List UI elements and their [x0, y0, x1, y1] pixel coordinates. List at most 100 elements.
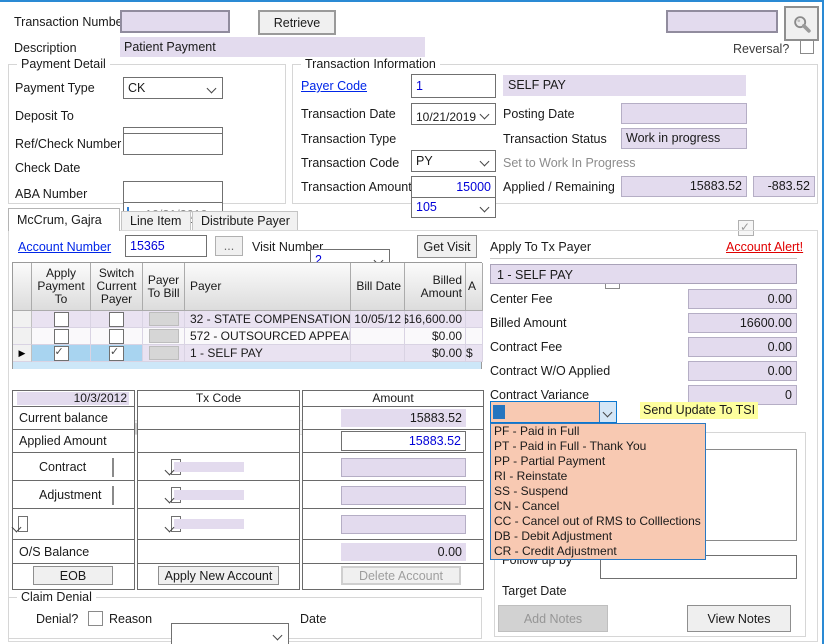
payment-detail-group: Payment Detail Payment Type CK Deposit T… — [8, 64, 286, 204]
tab-line-item[interactable]: Line Item — [121, 211, 191, 231]
denial-reason-select[interactable] — [171, 623, 289, 644]
payer-to-bill-cell — [143, 328, 185, 345]
payer-code-input[interactable]: 1 — [411, 74, 496, 98]
combo-arrow-button[interactable] — [599, 402, 616, 422]
col-header-bill-date[interactable]: Bill Date — [351, 263, 405, 311]
contract-amount-field — [341, 458, 466, 477]
delete-account-button: Delete Account — [341, 566, 461, 585]
tab-distribute-payer[interactable]: Distribute Payer — [192, 211, 298, 231]
current-balance-field: 15883.52 — [341, 409, 466, 427]
col-header-apply-payment-to[interactable]: Apply Payment To — [32, 263, 91, 311]
aba-number-input[interactable] — [123, 181, 223, 203]
adjustment-checkbox[interactable] — [112, 486, 114, 505]
transaction-number-input[interactable] — [120, 10, 230, 33]
col-header-payer-to-bill[interactable]: Payer To Bill — [143, 263, 185, 311]
status-option[interactable]: DB - Debit Adjustment — [491, 529, 705, 544]
checkbox-unchecked[interactable] — [109, 312, 124, 327]
row-selector[interactable] — [13, 328, 32, 345]
status-option[interactable]: PT - Paid in Full - Thank You — [491, 439, 705, 454]
status-option[interactable]: CN - Cancel — [491, 499, 705, 514]
denial-checkbox[interactable] — [88, 611, 103, 626]
status-option[interactable]: RI - Reinstate — [491, 469, 705, 484]
reversal-label: Reversal? — [733, 42, 789, 57]
account-browse-button[interactable]: ... — [215, 236, 243, 256]
overflow-cell — [466, 328, 483, 345]
overflow-cell: $ — [466, 345, 483, 362]
description-field: Patient Payment — [120, 37, 425, 57]
transaction-amount-input[interactable]: 15000 — [411, 176, 496, 198]
apply-new-account-button[interactable]: Apply New Account — [158, 566, 279, 585]
account-number-input[interactable]: 15365 — [125, 235, 207, 257]
status-option[interactable]: CR - Credit Adjustment — [491, 544, 705, 559]
status-option[interactable]: PF - Paid in Full — [491, 424, 705, 439]
account-alert-link[interactable]: Account Alert! — [726, 240, 803, 254]
extra-type-select[interactable] — [18, 516, 28, 532]
apply-to-tx-payer-label: Apply To Tx Payer — [490, 240, 591, 255]
reversal-checkbox[interactable] — [800, 40, 814, 54]
extra-txcode-cell — [138, 509, 299, 540]
apply-payment-checkbox-cell[interactable] — [32, 311, 91, 328]
transaction-number-label: Transaction Number — [14, 15, 127, 30]
col-header-payer[interactable]: Payer — [185, 263, 351, 311]
checkbox-unchecked[interactable] — [109, 329, 124, 344]
center-fee-field: 0.00 — [688, 289, 797, 309]
transaction-date-value: 10/21/2019 — [416, 107, 476, 127]
transaction-date-picker[interactable]: 10/21/2019 — [411, 103, 496, 125]
status-option[interactable]: SS - Suspend — [491, 484, 705, 499]
transaction-code-select[interactable]: 105 — [411, 196, 496, 218]
eob-cell: EOB — [13, 564, 134, 588]
payer-name-field: SELF PAY — [503, 75, 746, 96]
apply-payment-checkbox-cell[interactable] — [32, 328, 91, 345]
aba-number-label: ABA Number — [15, 187, 87, 202]
deposit-to-label: Deposit To — [15, 109, 74, 124]
status-option[interactable]: CC - Cancel out of RMS to Colllections — [491, 514, 705, 529]
bill-date-cell — [351, 345, 405, 362]
transaction-code-label: Transaction Code — [301, 156, 399, 171]
status-select[interactable] — [490, 401, 617, 423]
contract-checkbox[interactable] — [112, 458, 114, 477]
get-visit-button[interactable]: Get Visit — [417, 235, 477, 258]
checkbox-checked[interactable]: ✓ — [109, 346, 124, 361]
posting-date-label: Posting Date — [503, 107, 575, 122]
retrieve-button[interactable]: Retrieve — [258, 10, 336, 35]
eob-button[interactable]: EOB — [33, 566, 113, 585]
tab-mccrum-gajra[interactable]: McCrum, Gajra — [8, 208, 120, 231]
contract-txcode-select[interactable] — [171, 459, 181, 475]
apply-payment-checkbox-cell[interactable]: ✓ — [32, 345, 91, 362]
current-row-arrow-icon: ▶ — [19, 348, 26, 359]
col-header-switch-current-payer[interactable]: Switch Current Payer — [91, 263, 143, 311]
account-number-link[interactable]: Account Number — [18, 240, 111, 254]
description-label: Description — [14, 41, 77, 56]
current-balance-value-cell: 15883.52 — [303, 407, 483, 430]
chevron-down-icon — [165, 466, 175, 476]
grid-corner-cell — [13, 263, 32, 311]
checkbox-unchecked[interactable] — [54, 329, 69, 344]
payment-type-select[interactable]: CK — [123, 77, 223, 99]
combo-fill — [174, 462, 244, 472]
payer-to-bill-box — [149, 329, 179, 343]
applied-amount-value-cell: 15883.52 — [303, 430, 483, 453]
magnifier-icon — [791, 13, 813, 35]
ref-check-number-input[interactable] — [123, 133, 223, 155]
chevron-down-icon — [480, 203, 490, 213]
switch-payer-checkbox-cell[interactable]: ✓ — [91, 345, 143, 362]
applied-amount-input[interactable]: 15883.52 — [341, 431, 466, 451]
row-selector[interactable] — [13, 311, 32, 328]
transaction-info-title: Transaction Information — [301, 57, 440, 71]
extra-txcode-select[interactable] — [171, 516, 181, 532]
status-option[interactable]: PP - Partial Payment — [491, 454, 705, 469]
current-row-selector[interactable]: ▶ — [13, 345, 32, 362]
switch-payer-checkbox-cell[interactable] — [91, 328, 143, 345]
payer-code-link[interactable]: Payer Code — [301, 79, 367, 93]
adjustment-txcode-select[interactable] — [171, 487, 181, 503]
col-header-billed-amount[interactable]: Billed Amount — [405, 263, 466, 311]
contract-fee-label: Contract Fee — [490, 340, 562, 355]
search-button[interactable] — [784, 6, 819, 41]
checkbox-checked[interactable]: ✓ — [54, 346, 69, 361]
payer-cell: 1 - SELF PAY — [185, 345, 351, 362]
transaction-type-select[interactable]: PY — [411, 150, 496, 172]
os-balance-label-cell: O/S Balance — [13, 540, 134, 564]
switch-payer-checkbox-cell[interactable] — [91, 311, 143, 328]
search-input[interactable] — [666, 10, 778, 33]
checkbox-unchecked[interactable] — [54, 312, 69, 327]
